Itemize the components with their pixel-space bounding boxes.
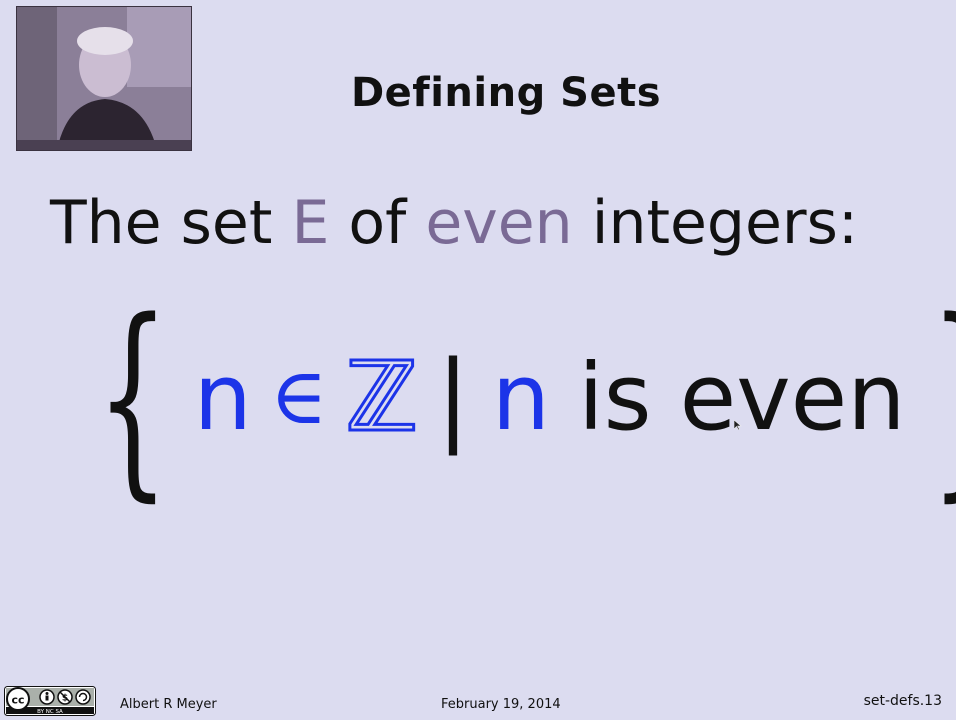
subtitle-prefix: The set (50, 188, 292, 258)
mouse-cursor-icon (734, 420, 742, 430)
subtitle-suffix: integers: (572, 188, 859, 258)
variable-n: n (193, 344, 252, 451)
set-name-E: E (291, 188, 330, 258)
set-builder-expression: { n ∈ ℤ | n is even } (66, 275, 956, 520)
svg-text:cc: cc (11, 694, 24, 707)
creative-commons-license-icon[interactable]: cc $ BY NC SA (4, 686, 96, 716)
even-word: even (425, 188, 573, 258)
predicate-even: even (679, 344, 906, 451)
such-that-bar: | (436, 339, 470, 456)
variable-n-predicate: n (491, 344, 551, 451)
right-brace: } (930, 293, 956, 503)
integers-symbol: ℤ (344, 340, 419, 455)
slide-title: Defining Sets (350, 70, 662, 116)
predicate-is: is (578, 344, 652, 451)
element-of-symbol: ∈ (269, 352, 328, 442)
set-description: The set E of even integers: (50, 188, 858, 258)
slide-identifier: set-defs.13 (863, 693, 942, 709)
presentation-date: February 19, 2014 (441, 697, 561, 712)
left-brace: { (96, 275, 170, 520)
subtitle-middle: of (329, 188, 426, 258)
author-name: Albert R Meyer (120, 697, 217, 712)
license-label: BY NC SA (37, 709, 63, 715)
